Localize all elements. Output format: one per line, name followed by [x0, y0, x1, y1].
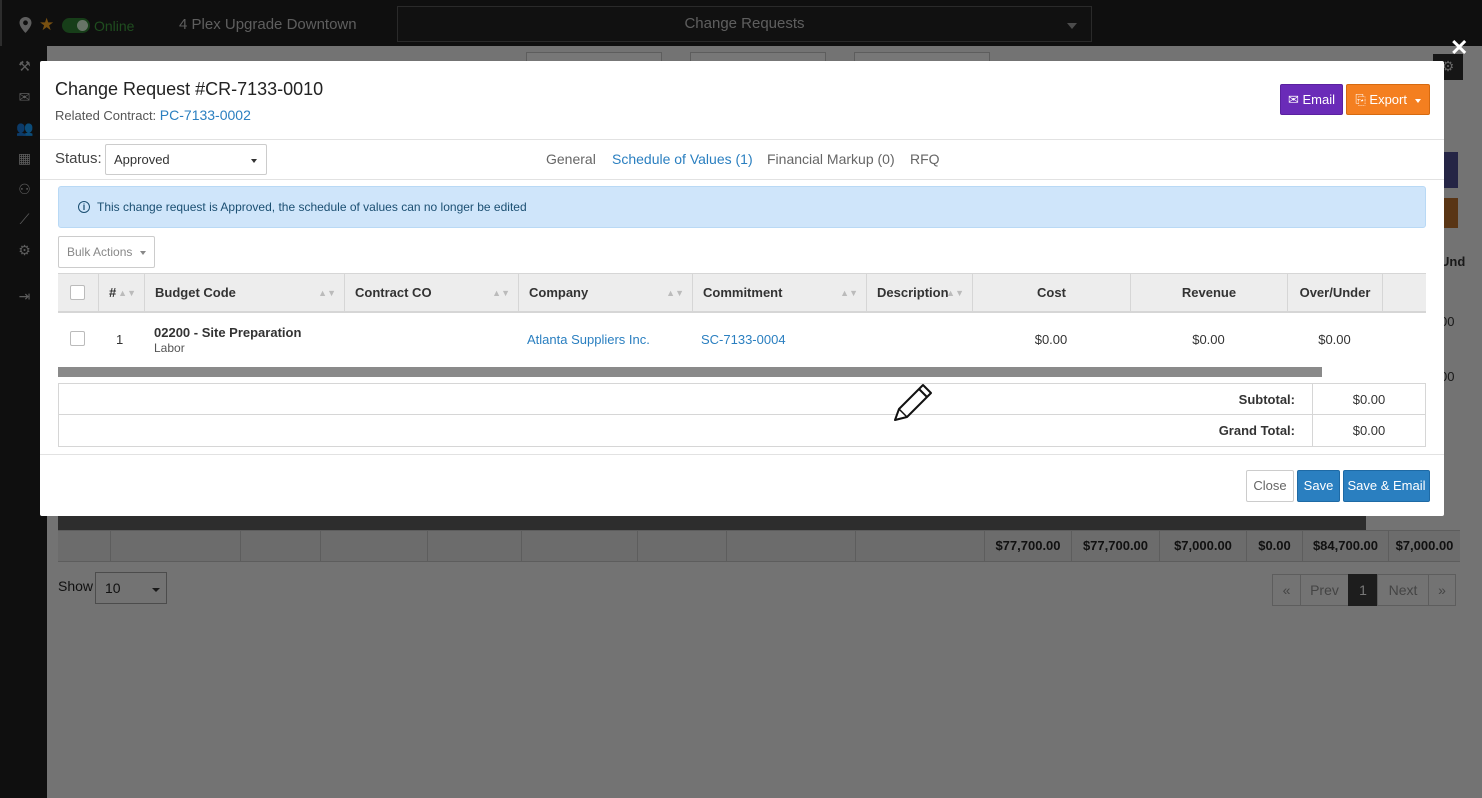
close-icon[interactable]: ✕ [1450, 37, 1468, 59]
status-select-value: Approved [114, 152, 170, 167]
column-label: Company [529, 285, 589, 300]
save-and-email-button[interactable]: Save & Email [1343, 470, 1430, 502]
column-label: Contract CO [355, 285, 432, 300]
subtotal-label: Subtotal: [1238, 392, 1295, 407]
column-header-budget-code[interactable]: Budget Code ▲▼ [144, 274, 344, 312]
column-header-extra [1382, 274, 1426, 312]
divider [40, 179, 1444, 180]
chevron-down-icon [140, 251, 146, 255]
column-header-company[interactable]: Company ▲▼ [518, 274, 692, 312]
column-header-cost[interactable]: Cost [972, 274, 1130, 312]
pencil-cursor-icon [894, 384, 932, 421]
grand-total-row: Grand Total: $0.00 [59, 415, 1425, 446]
cost-value: $0.00 [1034, 332, 1068, 347]
column-label: # [109, 285, 117, 300]
related-contract-link[interactable]: PC-7133-0002 [160, 107, 251, 123]
company-link[interactable]: Atlanta Suppliers Inc. [527, 332, 650, 347]
table-row[interactable]: 1 02200 - Site Preparation Labor Atlanta… [58, 313, 1426, 367]
modal-title: Change Request #CR-7133-0010 [55, 79, 324, 99]
over-under-value: $0.00 [1318, 332, 1351, 347]
column-header-over-under[interactable]: Over/Under [1287, 274, 1382, 312]
status-label: Status: [55, 150, 102, 167]
sort-icon: ▲▼ [666, 288, 684, 298]
commitment-link[interactable]: SC-7133-0004 [701, 332, 786, 347]
save-button[interactable]: Save [1297, 470, 1340, 502]
subtotal-row: Subtotal: $0.00 [59, 384, 1425, 415]
column-label: Budget Code [155, 285, 236, 300]
tab-rfq[interactable]: RFQ [910, 151, 940, 167]
sort-icon: ▲▼ [946, 288, 964, 298]
change-request-modal: Change Request #CR-7133-0010 Related Con… [40, 61, 1444, 516]
sort-icon: ▲▼ [318, 288, 336, 298]
bulk-actions-label: Bulk Actions [67, 245, 133, 259]
totals-table: Subtotal: $0.00 Grand Total: $0.00 [58, 383, 1426, 447]
divider [40, 454, 1444, 455]
info-icon: i [78, 201, 90, 213]
tab-financial-markup[interactable]: Financial Markup (0) [767, 151, 895, 167]
horizontal-scrollbar[interactable] [58, 367, 1322, 377]
file-export-icon: ⎘ [1355, 92, 1366, 107]
related-contract-label: Related Contract: [55, 108, 157, 123]
bulk-actions-button[interactable]: Bulk Actions [58, 236, 155, 268]
info-alert: i This change request is Approved, the s… [58, 186, 1426, 228]
sort-icon: ▲▼ [840, 288, 858, 298]
email-button[interactable]: ✉ Email [1280, 84, 1343, 115]
column-header-revenue[interactable]: Revenue [1130, 274, 1287, 312]
subtotal-value: $0.00 [1312, 384, 1425, 415]
column-header-description[interactable]: Description ▲▼ [866, 274, 972, 312]
column-label: Description [877, 285, 949, 300]
column-header-commitment[interactable]: Commitment ▲▼ [692, 274, 866, 312]
row-number: 1 [116, 332, 124, 347]
column-header-contract-co[interactable]: Contract CO ▲▼ [344, 274, 518, 312]
alert-text: This change request is Approved, the sch… [97, 200, 527, 214]
chevron-down-icon [1414, 98, 1421, 103]
tab-general[interactable]: General [546, 151, 596, 167]
row-checkbox[interactable] [70, 331, 85, 346]
revenue-value: $0.00 [1192, 332, 1225, 347]
select-all-cell [58, 274, 98, 312]
sort-icon: ▲▼ [118, 288, 136, 298]
grand-total-label: Grand Total: [1218, 423, 1295, 438]
select-all-checkbox[interactable] [70, 285, 85, 300]
column-label: Commitment [703, 285, 783, 300]
export-button-label: Export [1369, 92, 1407, 107]
grand-total-value: $0.00 [1312, 415, 1425, 446]
export-button[interactable]: ⎘ Export [1346, 84, 1430, 115]
close-button[interactable]: Close [1246, 470, 1294, 502]
chevron-down-icon [251, 159, 257, 163]
email-button-label: Email [1302, 92, 1336, 107]
sort-icon: ▲▼ [492, 288, 510, 298]
divider [40, 139, 1444, 140]
envelope-icon: ✉ [1287, 92, 1299, 107]
column-header-number[interactable]: # ▲▼ [98, 274, 144, 312]
tab-schedule-of-values[interactable]: Schedule of Values (1) [612, 151, 753, 167]
status-select[interactable]: Approved [105, 144, 267, 175]
table-header: # ▲▼ Budget Code ▲▼ Contract CO ▲▼ Company ▲… [58, 273, 1426, 313]
related-contract: Related Contract: PC-7133-0002 [55, 107, 251, 123]
budget-code: 02200 - Site Preparation [154, 325, 302, 340]
budget-code-type: Labor [154, 341, 185, 355]
